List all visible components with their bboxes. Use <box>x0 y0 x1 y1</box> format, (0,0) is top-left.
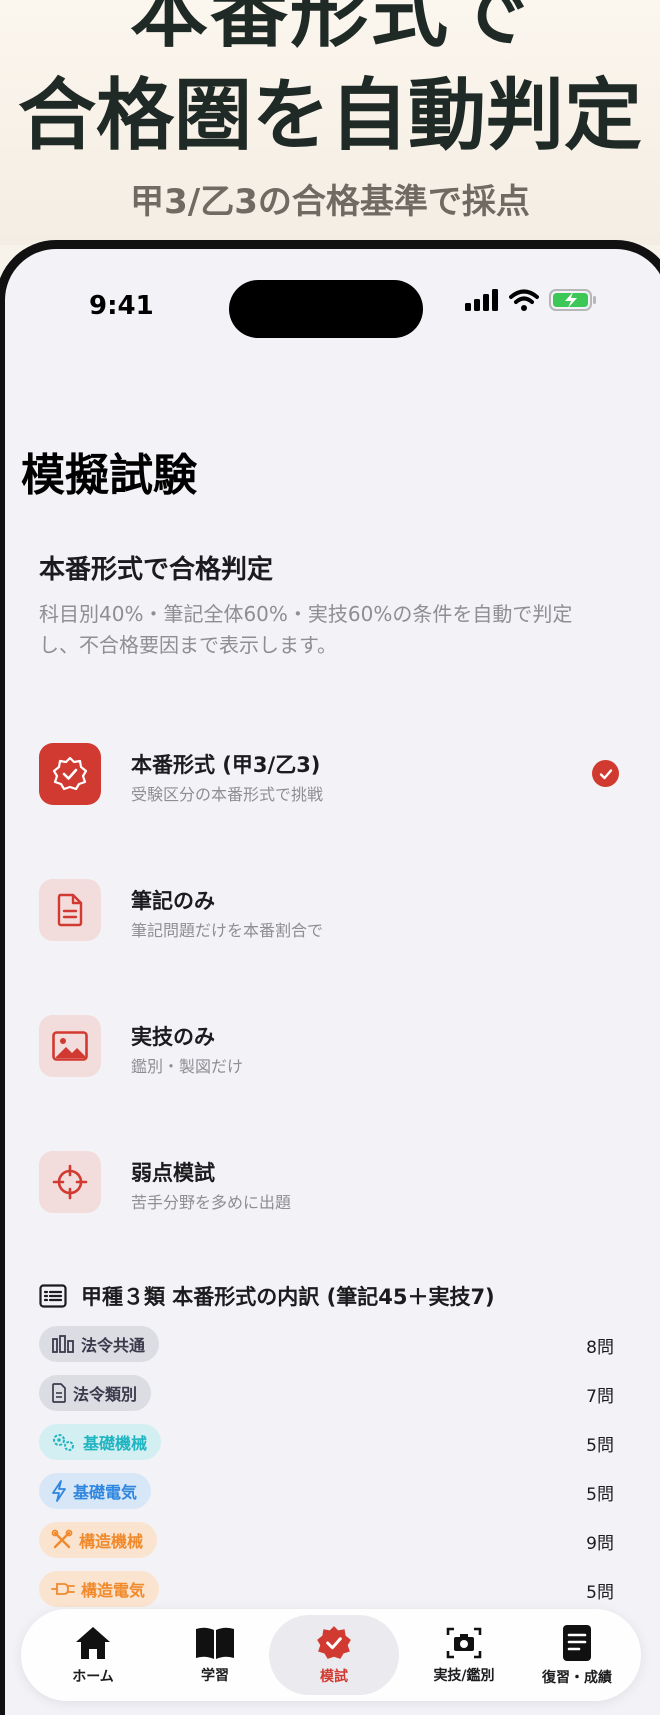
mode-subtitle: 苦手分野を多めに出題 <box>131 1193 292 1212</box>
camera-icon <box>446 1627 482 1659</box>
question-count: 5問 <box>586 1436 614 1456</box>
document-icon <box>39 879 101 941</box>
phone-frame: 9:41 模擬試験 本番形式で合格判定 科目別40%・筆記全体60%・実技60%… <box>0 240 660 1715</box>
list-icon <box>39 1284 67 1308</box>
document-icon <box>52 1383 66 1403</box>
cellular-signal-icon <box>465 289 498 311</box>
question-count: 5問 <box>586 1583 614 1603</box>
mode-title: 実技のみ <box>131 1025 215 1049</box>
tab-label: 模試 <box>320 1669 348 1685</box>
question-count: 5問 <box>586 1485 614 1505</box>
mode-subtitle: 受験区分の本番形式で挑戦 <box>131 785 324 804</box>
checkmark-icon <box>592 760 619 787</box>
subject-label: 法令類別 <box>73 1385 138 1404</box>
subject-chip: 法令共通 <box>39 1326 160 1362</box>
tab-bar: ホーム 学習 模試 実技/鑑別 復習・成績 <box>21 1609 641 1701</box>
image-icon <box>39 1015 101 1077</box>
tab-home[interactable]: ホーム <box>33 1615 153 1695</box>
mode-option-honban[interactable]: 本番形式 (甲3/乙3) 受験区分の本番形式で挑戦 <box>39 743 629 813</box>
question-count: 9問 <box>586 1534 614 1554</box>
dynamic-island <box>229 280 423 338</box>
intro-title: 本番形式で合格判定 <box>39 555 274 585</box>
breakdown-row: 法令類別 7問 <box>39 1375 614 1411</box>
tab-mock-exam[interactable]: 模試 <box>269 1615 399 1695</box>
subject-chip: 基礎電気 <box>39 1473 152 1509</box>
hero-banner: 本番形式で 合格圏を自動判定 甲3/乙3の合格基準で採点 <box>0 0 660 245</box>
hero-subtitle: 甲3/乙3の合格基準で採点 <box>130 182 530 222</box>
breakdown-row: 基礎電気 5問 <box>39 1473 614 1509</box>
mode-subtitle: 鑑別・製図だけ <box>131 1057 244 1076</box>
tab-study[interactable]: 学習 <box>155 1615 275 1695</box>
badge-check-icon <box>317 1626 351 1659</box>
subject-label: 法令共通 <box>81 1336 146 1355</box>
breakdown-row: 構造電気 5問 <box>39 1571 614 1607</box>
subject-chip: 基礎機械 <box>39 1424 162 1460</box>
subject-chip: 構造機械 <box>39 1522 158 1558</box>
plug-icon <box>51 1583 75 1595</box>
book-icon <box>196 1627 234 1659</box>
subject-label: 構造機械 <box>79 1532 144 1551</box>
tab-practical[interactable]: 実技/鑑別 <box>399 1615 529 1695</box>
tab-label: 学習 <box>201 1668 229 1684</box>
tab-label: 復習・成績 <box>542 1670 612 1686</box>
subject-label: 基礎電気 <box>73 1483 138 1502</box>
subject-label: 基礎機械 <box>83 1434 148 1453</box>
mode-option-hikki[interactable]: 筆記のみ 筆記問題だけを本番割合で <box>39 879 629 949</box>
crosshair-icon <box>39 1151 101 1213</box>
status-time: 9:41 <box>89 291 154 321</box>
tab-label: ホーム <box>72 1669 114 1685</box>
badge-check-icon <box>39 743 101 805</box>
mode-option-jitsugi[interactable]: 実技のみ 鑑別・製図だけ <box>39 1015 629 1085</box>
breakdown-row: 法令共通 8問 <box>39 1326 614 1362</box>
wifi-icon <box>509 289 539 311</box>
tools-icon <box>51 1529 73 1549</box>
page-title: 模擬試験 <box>21 450 197 501</box>
notes-icon <box>563 1625 591 1661</box>
breakdown-row: 構造機械 9問 <box>39 1522 614 1558</box>
status-icons <box>465 289 597 311</box>
mode-title: 本番形式 (甲3/乙3) <box>131 753 321 777</box>
hero-headline-line1: 本番形式で <box>129 0 530 58</box>
subject-chip: 構造電気 <box>39 1571 160 1607</box>
gears-icon <box>53 1434 74 1451</box>
intro-description: 科目別40%・筆記全体60%・実技60%の条件を自動で判定し、不合格要因まで表示… <box>39 602 573 657</box>
hero-headline-line2: 合格圏を自動判定 <box>17 71 642 161</box>
subject-label: 構造電気 <box>81 1581 146 1600</box>
building-icon <box>52 1335 74 1353</box>
bolt-icon <box>52 1480 66 1502</box>
tab-review[interactable]: 復習・成績 <box>517 1615 637 1695</box>
question-count: 8問 <box>586 1338 614 1358</box>
home-icon <box>76 1627 110 1659</box>
tab-label: 実技/鑑別 <box>433 1668 495 1684</box>
mode-title: 筆記のみ <box>131 889 215 913</box>
mode-title: 弱点模試 <box>131 1161 215 1185</box>
question-count: 7問 <box>586 1387 614 1407</box>
mode-option-jakuten[interactable]: 弱点模試 苦手分野を多めに出題 <box>39 1151 629 1221</box>
breakdown-title: 甲種３類 本番形式の内訳 (筆記45＋実技7) <box>81 1285 495 1309</box>
mode-subtitle: 筆記問題だけを本番割合で <box>131 921 324 940</box>
breakdown-row: 基礎機械 5問 <box>39 1424 614 1460</box>
subject-chip: 法令類別 <box>39 1375 152 1411</box>
breakdown-heading: 甲種３類 本番形式の内訳 (筆記45＋実技7) <box>39 1281 495 1311</box>
battery-charging-icon <box>549 289 596 311</box>
